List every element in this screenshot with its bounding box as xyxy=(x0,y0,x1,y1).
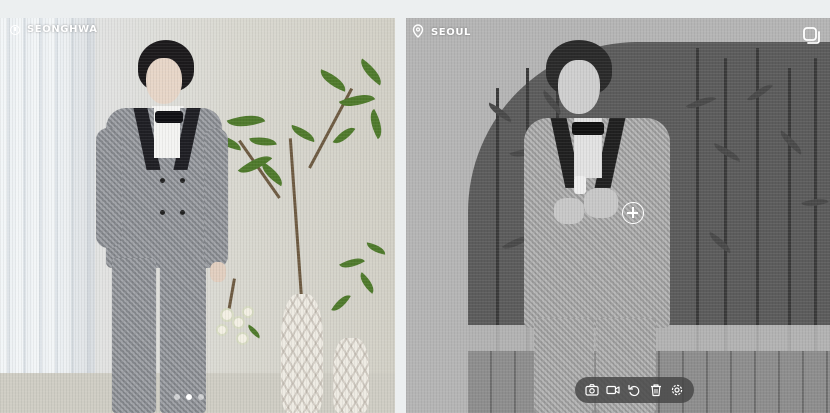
undo-icon[interactable] xyxy=(627,383,641,397)
photo-panel-right[interactable]: SEOUL xyxy=(406,18,830,413)
video-icon[interactable] xyxy=(606,383,620,397)
vase xyxy=(333,338,369,413)
trash-icon[interactable] xyxy=(649,383,663,397)
caption-left: SEONGHWA xyxy=(10,24,98,35)
camera-toolbar xyxy=(575,377,694,403)
settings-icon[interactable] xyxy=(670,383,684,397)
vase xyxy=(281,294,323,413)
photo-panel-left[interactable]: SEONGHWA xyxy=(0,18,395,413)
caption-right: SEOUL xyxy=(412,24,471,41)
carousel-dot-active[interactable] xyxy=(186,394,192,400)
location-pin-icon[interactable] xyxy=(412,24,424,41)
carousel-dot[interactable] xyxy=(174,394,180,400)
carousel-dot[interactable] xyxy=(198,394,204,400)
copy-icon[interactable] xyxy=(802,26,822,46)
carousel-dots xyxy=(174,394,204,400)
caption-left-text: SEONGHWA xyxy=(27,24,98,35)
camera-icon[interactable] xyxy=(585,383,599,397)
info-circle-icon[interactable] xyxy=(10,24,20,35)
curtain-shade xyxy=(0,18,95,413)
caption-right-text: SEOUL xyxy=(431,27,472,38)
focus-plus-icon[interactable] xyxy=(622,202,644,224)
